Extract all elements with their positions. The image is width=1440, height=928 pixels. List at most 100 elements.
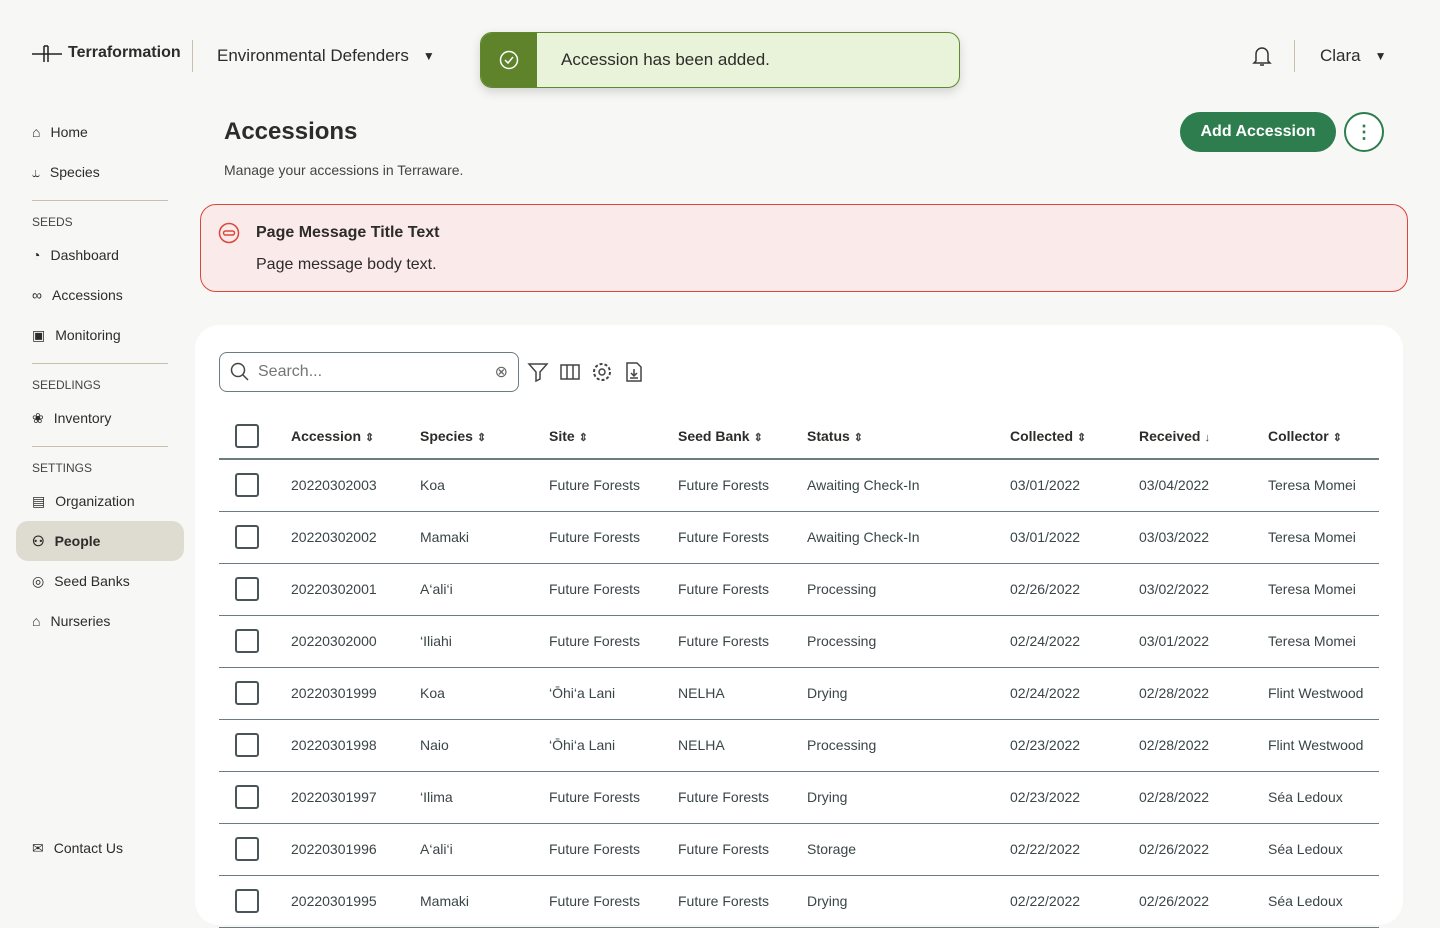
table-cell: Awaiting Check-In	[807, 459, 1010, 512]
row-checkbox[interactable]	[235, 525, 259, 549]
table-cell: 02/26/2022	[1139, 875, 1268, 928]
table-cell: Séa Ledoux	[1268, 771, 1379, 824]
table-cell: Future Forests	[549, 511, 678, 564]
table-cell: 02/23/2022	[1010, 719, 1139, 772]
notifications-bell-icon[interactable]	[1250, 44, 1274, 73]
accession-link[interactable]: 20220302002	[291, 511, 420, 564]
page-title: Accessions	[224, 118, 358, 145]
section-header-seedlings: SEEDLINGS	[32, 378, 101, 392]
accession-link[interactable]: 20220302001	[291, 563, 420, 616]
gear-icon[interactable]	[591, 361, 613, 383]
table-cell: 03/02/2022	[1139, 563, 1268, 616]
column-header-species[interactable]: Species ⇕	[420, 413, 549, 460]
sidebar-item-nurseries[interactable]: ⌂ Nurseries	[16, 601, 184, 641]
sort-icon: ⇕	[365, 431, 375, 444]
sidebar-item-seed-banks[interactable]: ◎ Seed Banks	[16, 561, 184, 601]
sidebar-item-inventory[interactable]: ❀ Inventory	[16, 398, 184, 438]
table-row[interactable]: 20220301999 Koa ‘Ōhi‘a Lani NELHA Drying 02/2…	[219, 667, 1379, 720]
table-cell: Koa	[420, 459, 549, 512]
table-cell: ‘Ilima	[420, 771, 549, 824]
table-row[interactable]: 20220302000 ‘Iliahi Future Forests Future F…	[219, 615, 1379, 668]
accession-link[interactable]: 20220301999	[291, 667, 420, 720]
row-checkbox[interactable]	[235, 785, 259, 809]
accessions-table: Accession ⇕ Species ⇕ Site ⇕ Seed Bank ⇕ Status ⇕…	[219, 413, 1379, 928]
sidebar-item-accessions[interactable]: ∞ Accessions	[16, 275, 184, 315]
dashboard-icon: ◔	[32, 247, 41, 263]
more-options-button[interactable]: ⋮	[1344, 112, 1384, 152]
table-cell: Processing	[807, 615, 1010, 668]
column-label: Species	[420, 427, 473, 444]
logo[interactable]: Terraformation	[32, 44, 181, 62]
table-cell: ‘Iliahi	[420, 615, 549, 668]
add-accession-button[interactable]: Add Accession	[1180, 112, 1336, 152]
accession-link[interactable]: 20220301998	[291, 719, 420, 772]
sidebar-item-species[interactable]: ⥿ Species	[16, 152, 184, 192]
accession-link[interactable]: 20220301996	[291, 823, 420, 876]
column-header-accession[interactable]: Accession ⇕	[291, 413, 420, 460]
sidebar: ⌂ Home ⥿ Species SEEDS ◔ Dashboard ∞ Accessi…	[16, 112, 184, 641]
sidebar-item-label: Nurseries	[50, 613, 111, 629]
accessions-icon: ∞	[32, 287, 42, 303]
sidebar-item-label: Inventory	[53, 410, 112, 426]
accession-link[interactable]: 20220301995	[291, 875, 420, 928]
search-field[interactable]: ⊗	[219, 352, 519, 392]
column-header-status[interactable]: Status ⇕	[807, 413, 1010, 460]
check-circle-icon	[481, 33, 537, 87]
table-cell: NELHA	[678, 719, 807, 772]
org-selector[interactable]: Environmental Defenders ▼	[217, 46, 435, 66]
page-message-title: Page Message Title Text	[256, 224, 440, 241]
row-checkbox[interactable]	[235, 629, 259, 653]
more-vertical-icon: ⋮	[1355, 121, 1373, 142]
sidebar-item-dashboard[interactable]: ◔ Dashboard	[16, 235, 184, 275]
table-row[interactable]: 20220301997 ‘Ilima Future Forests Future Fo…	[219, 771, 1379, 824]
export-icon[interactable]	[623, 361, 645, 383]
table-row[interactable]: 20220302003 Koa Future Forests Future Fores…	[219, 459, 1379, 512]
accession-link[interactable]: 20220302003	[291, 459, 420, 512]
table-cell: Flint Westwood	[1268, 719, 1379, 772]
sidebar-item-monitoring[interactable]: ▣ Monitoring	[16, 315, 184, 355]
table-cell: 03/01/2022	[1010, 511, 1139, 564]
column-header-collected[interactable]: Collected ⇕	[1010, 413, 1139, 460]
accession-link[interactable]: 20220302000	[291, 615, 420, 668]
table-cell: A‘ali‘i	[420, 823, 549, 876]
select-all-checkbox[interactable]	[235, 423, 259, 448]
column-label: Collector	[1268, 427, 1329, 444]
table-row[interactable]: 20220301996 A‘ali‘i Future Forests Future F…	[219, 823, 1379, 876]
chevron-down-icon: ▼	[1374, 49, 1387, 63]
columns-icon[interactable]	[559, 361, 581, 383]
table-row[interactable]: 20220301998 Naio ‘Ōhi‘a Lani NELHA Processin…	[219, 719, 1379, 772]
filter-icon[interactable]	[527, 361, 549, 383]
accessions-card: ⊗ Accession⇕Species⇕Site⇕Seed Bank⇕Statu…	[195, 325, 1403, 928]
column-header-received[interactable]: Received ↓	[1139, 413, 1268, 460]
table-cell: Teresa Momei	[1268, 615, 1379, 668]
row-checkbox[interactable]	[235, 473, 259, 498]
sort-icon: ⇕	[578, 431, 588, 444]
table-row[interactable]: 20220301995 Mamaki Future Forests Future Fo…	[219, 875, 1379, 928]
table-row[interactable]: 20220302001 A‘ali‘i Future Forests Future F…	[219, 563, 1379, 616]
clear-icon[interactable]: ⊗	[495, 362, 508, 382]
table-cell: Future Forests	[678, 615, 807, 668]
accession-link[interactable]: 20220301997	[291, 771, 420, 824]
table-cell: 02/28/2022	[1139, 771, 1268, 824]
row-checkbox[interactable]	[235, 837, 259, 861]
sidebar-item-home[interactable]: ⌂ Home	[16, 112, 184, 152]
search-icon	[230, 362, 249, 381]
table-row[interactable]: 20220302002 Mamaki Future Forests Future Fo…	[219, 511, 1379, 564]
row-checkbox[interactable]	[235, 681, 259, 705]
sidebar-item-people[interactable]: ⚇ People	[16, 521, 184, 561]
row-checkbox[interactable]	[235, 733, 259, 757]
success-toast: Accession has been added.	[480, 32, 960, 88]
column-header-collector[interactable]: Collector ⇕	[1268, 413, 1379, 460]
sidebar-item-organization[interactable]: ▤ Organization	[16, 481, 184, 521]
row-checkbox[interactable]	[235, 889, 259, 913]
table-cell: Future Forests	[678, 511, 807, 564]
column-header-seed-bank[interactable]: Seed Bank ⇕	[678, 413, 807, 460]
search-input[interactable]	[258, 363, 487, 381]
column-header-site[interactable]: Site ⇕	[549, 413, 678, 460]
table-cell: Future Forests	[549, 459, 678, 512]
row-checkbox[interactable]	[235, 577, 259, 601]
table-cell: 03/03/2022	[1139, 511, 1268, 564]
user-menu[interactable]: Clara ▼	[1320, 46, 1387, 66]
sidebar-item-contact-us[interactable]: ✉ Contact Us	[16, 828, 184, 868]
user-name: Clara	[1320, 46, 1361, 65]
